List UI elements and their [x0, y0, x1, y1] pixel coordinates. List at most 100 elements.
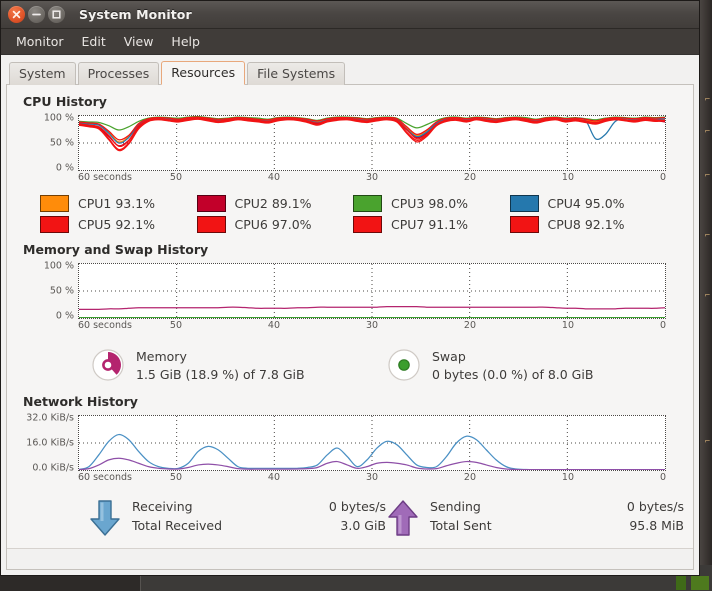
network-y-tick: 32.0 KiB/s — [26, 412, 74, 424]
network-x-tick: 0 — [659, 472, 666, 483]
down-arrow-icon — [90, 500, 120, 536]
swap-label: Swap — [432, 348, 466, 364]
minimize-button[interactable] — [28, 6, 45, 23]
cpu-x-tick: 50 — [169, 172, 182, 183]
memory-y-tick: 100 % — [43, 260, 74, 272]
cpu-legend-item-cpu3[interactable]: CPU3 98.0% — [353, 195, 510, 212]
receiving-rate-row: Receiving 0 bytes/s — [132, 499, 386, 514]
cpu-legend-item-cpu2[interactable]: CPU2 89.1% — [196, 195, 354, 212]
sending-rows: Sending 0 bytes/s Total Sent 95.8 MiB — [430, 499, 684, 537]
receiving-legend-block[interactable]: Receiving 0 bytes/s Total Received 3.0 G… — [88, 497, 386, 539]
sending-rate-row: Sending 0 bytes/s — [430, 499, 684, 514]
cpu8-color-swatch[interactable] — [509, 216, 539, 233]
cpu3-color-swatch[interactable] — [353, 195, 382, 212]
menu-help[interactable]: Help — [162, 31, 209, 53]
swap-value: 0 bytes (0.0 %) of 8.0 GiB — [432, 366, 594, 382]
tab-resources[interactable]: Resources — [161, 61, 246, 85]
memory-value: 1.5 GiB (18.9 %) of 7.8 GiB — [136, 366, 305, 382]
cpu-y-tick: 0 % — [55, 162, 74, 174]
cpu-legend-item-cpu6[interactable]: CPU6 97.0% — [196, 216, 354, 233]
memory-x-axis: 60 seconds 50 40 30 20 10 0 — [78, 319, 666, 335]
network-history-title: Network History — [23, 394, 138, 409]
cpu5-color-swatch[interactable] — [40, 216, 69, 233]
memory-x-tick: 50 — [169, 320, 182, 331]
desktop-glyph: ⌐ — [704, 127, 710, 137]
menu-monitor[interactable]: Monitor — [7, 31, 73, 53]
swap-legend-block[interactable]: Swap 0 bytes (0.0 %) of 8.0 GiB — [384, 345, 680, 385]
maximize-button[interactable] — [48, 6, 65, 23]
cpu-y-axis: 100 % 50 % 0 % — [20, 112, 78, 174]
cpu-series-lines — [79, 117, 665, 151]
cpu4-color-swatch[interactable] — [509, 195, 539, 212]
memory-gridlines — [79, 264, 665, 318]
network-graph-svg — [79, 416, 665, 470]
receiving-rate-value: 0 bytes/s — [328, 499, 386, 514]
menubar: Monitor Edit View Help — [1, 29, 699, 55]
cpu1-color-swatch[interactable] — [40, 195, 69, 212]
cpu-legend-item-cpu8[interactable]: CPU8 92.1% — [509, 216, 667, 233]
cpu-x-tick: 10 — [561, 172, 575, 183]
notebook: System Processes Resources File Systems … — [1, 55, 699, 575]
network-y-tick: 0.0 KiB/s — [32, 462, 74, 474]
tab-processes[interactable]: Processes — [77, 62, 160, 85]
receiving-label: Receiving — [132, 499, 193, 514]
cpu-y-tick: 100 % — [43, 112, 74, 124]
total-received-row: Total Received 3.0 GiB — [132, 518, 386, 533]
cpu-legend-item-cpu4[interactable]: CPU4 95.0% — [509, 195, 667, 212]
cpu-y-tick: 50 % — [49, 137, 74, 149]
memory-x-tick: 60 seconds — [78, 320, 132, 331]
network-graph-row: 32.0 KiB/s 16.0 KiB/s 0.0 KiB/s — [20, 412, 680, 474]
menu-view[interactable]: View — [115, 31, 163, 53]
cpu7-color-swatch[interactable] — [353, 216, 382, 233]
window-titlebar[interactable]: System Monitor — [1, 1, 699, 29]
cpu-legend-item-cpu1[interactable]: CPU1 93.1% — [40, 195, 197, 212]
cpu-x-tick: 60 seconds — [78, 172, 132, 183]
status-bar — [7, 548, 693, 569]
network-gridlines — [79, 416, 665, 470]
cpu-history-graph — [78, 115, 666, 171]
menu-edit[interactable]: Edit — [73, 31, 115, 53]
cpu-x-tick: 20 — [463, 172, 476, 183]
window-title: System Monitor — [79, 7, 192, 22]
memory-y-tick: 50 % — [49, 285, 74, 297]
memory-x-tick: 30 — [365, 320, 379, 331]
network-history-graph — [78, 415, 666, 471]
series-cpu7 — [79, 119, 665, 150]
tab-file-systems[interactable]: File Systems — [247, 62, 346, 85]
close-button[interactable] — [8, 6, 25, 23]
cpu4-label: CPU4 95.0% — [547, 196, 625, 211]
cpu-x-tick: 0 — [659, 172, 666, 183]
memory-x-tick: 10 — [561, 320, 575, 331]
desktop-glyph: ⌐ — [704, 291, 710, 301]
cpu7-label: CPU7 91.1% — [391, 217, 469, 232]
sending-rate-value: 0 bytes/s — [626, 499, 684, 514]
desktop-glyph: ⌐ — [704, 231, 710, 241]
network-x-tick: 10 — [561, 472, 575, 483]
cpu-graph-svg — [79, 116, 665, 170]
desktop-right-strip: ⌐ ⌐ ⌐ ⌐ ⌐ ⌐ — [700, 0, 712, 591]
total-sent-row: Total Sent 95.8 MiB — [430, 518, 684, 533]
tab-system[interactable]: System — [9, 62, 76, 85]
memory-swap-section: Memory and Swap History 100 % 50 % 0 % 6… — [7, 242, 693, 385]
network-x-axis: 60 seconds 50 40 30 20 10 0 — [78, 471, 666, 487]
tab-strip: System Processes Resources File Systems — [6, 60, 694, 85]
cpu-legend-item-cpu7[interactable]: CPU7 91.1% — [353, 216, 510, 233]
resources-tab-panel: CPU History 100 % 50 % 0 % 60 seconds 50… — [6, 85, 694, 570]
memory-graph-svg — [79, 264, 665, 318]
memory-swap-graph — [78, 263, 666, 319]
cpu6-color-swatch[interactable] — [196, 216, 226, 233]
network-y-axis: 32.0 KiB/s 16.0 KiB/s 0.0 KiB/s — [20, 412, 78, 474]
cpu2-color-swatch[interactable] — [196, 195, 226, 212]
cpu2-label: CPU2 89.1% — [234, 196, 312, 211]
network-legend: Receiving 0 bytes/s Total Received 3.0 G… — [20, 497, 684, 539]
cpu6-label: CPU6 97.0% — [234, 217, 312, 232]
cpu-x-tick: 30 — [365, 172, 379, 183]
network-x-tick: 20 — [463, 472, 476, 483]
total-received-value: 3.0 GiB — [340, 518, 386, 533]
memory-legend-block[interactable]: Memory 1.5 GiB (18.9 %) of 7.8 GiB — [88, 345, 384, 385]
sending-label: Sending — [430, 499, 481, 514]
cpu-legend-item-cpu5[interactable]: CPU5 92.1% — [40, 216, 197, 233]
memory-texts: Memory 1.5 GiB (18.9 %) of 7.8 GiB — [136, 349, 305, 382]
up-arrow-icon — [388, 500, 418, 536]
sending-legend-block[interactable]: Sending 0 bytes/s Total Sent 95.8 MiB — [386, 497, 684, 539]
